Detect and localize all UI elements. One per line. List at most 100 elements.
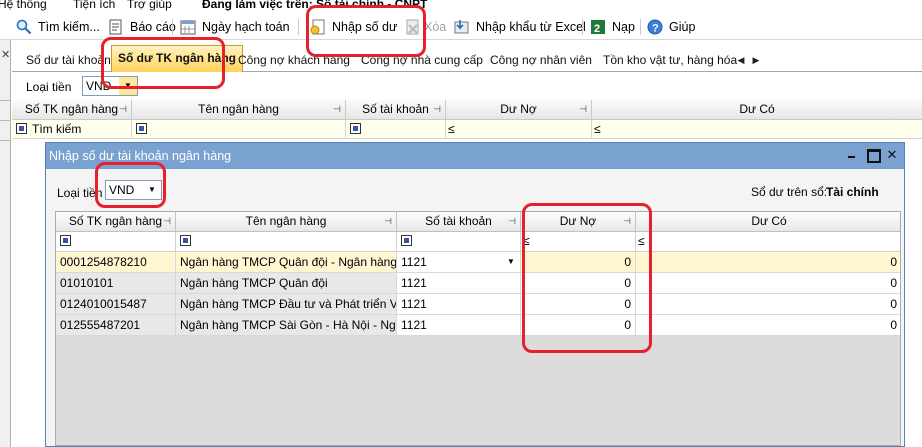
- posting-date-button[interactable]: Ngày hạch toán: [180, 17, 290, 37]
- cell-debit[interactable]: 0: [521, 252, 636, 273]
- search-button[interactable]: Tìm kiếm...: [16, 17, 100, 37]
- column-header-account-no[interactable]: Số TK ngân hàng ⊣: [12, 100, 132, 120]
- tab-bank-balance[interactable]: Số dư TK ngân hàng: [111, 45, 244, 72]
- column-header-bank-name[interactable]: Tên ngân hàng ⊣: [132, 100, 346, 120]
- column-header-bank-name[interactable]: Tên ngân hàng ⊣: [176, 212, 397, 232]
- cell-bank-name[interactable]: Ngân hàng TMCP Đầu tư và Phát triển Việ: [176, 294, 397, 315]
- cell-bank-name[interactable]: Ngân hàng TMCP Sài Gòn - Hà Nội - Ngâ: [176, 315, 397, 336]
- cell-debit[interactable]: 0: [521, 294, 636, 315]
- dialog-currency-select[interactable]: VND ▼: [105, 180, 162, 200]
- chevron-down-icon[interactable]: ▼: [143, 181, 161, 199]
- import-excel-button[interactable]: Nhập khẩu từ Excel: [454, 17, 586, 37]
- tab-account-balance[interactable]: Số dư tài khoản: [20, 51, 117, 72]
- left-panel-strip: ✕: [0, 40, 11, 447]
- tab-employee-debt[interactable]: Công nợ nhân viên: [484, 51, 598, 72]
- pin-icon[interactable]: ⊣: [508, 212, 516, 231]
- column-header-gl-account[interactable]: Số tài khoản ⊣: [346, 100, 446, 120]
- filter-cell[interactable]: [56, 232, 176, 252]
- filter-cell[interactable]: Tìm kiếm: [12, 120, 132, 139]
- cell-gl-account[interactable]: 1121: [397, 273, 521, 294]
- column-header-debit[interactable]: Dư Nợ ⊣: [521, 212, 636, 232]
- dialog-grid: Số TK ngân hàng ⊣ Tên ngân hàng ⊣ Số tài k…: [55, 211, 901, 446]
- filter-cell[interactable]: [132, 120, 346, 139]
- excel-icon: 2: [590, 19, 606, 35]
- help-button[interactable]: ? Giúp: [647, 17, 695, 37]
- pin-icon[interactable]: ⊣: [333, 100, 341, 119]
- menu-he-thong[interactable]: Hệ thống: [0, 0, 47, 10]
- cell-account-no[interactable]: 0124010015487: [56, 294, 176, 315]
- currency-row: Loại tiền VND ▼: [12, 72, 922, 100]
- cell-credit[interactable]: 0: [636, 252, 900, 273]
- filter-cell[interactable]: [176, 232, 397, 252]
- column-header-account-no[interactable]: Số TK ngân hàng ⊣: [56, 212, 176, 232]
- column-header-gl-account[interactable]: Số tài khoản ⊣: [397, 212, 521, 232]
- chevron-down-icon[interactable]: ▼: [119, 77, 137, 95]
- filter-icon[interactable]: [401, 235, 412, 246]
- toolbar-separator: [172, 19, 173, 35]
- filter-cell[interactable]: [397, 232, 521, 252]
- cell-debit[interactable]: 0: [521, 273, 636, 294]
- cell-account-no[interactable]: 012555487201: [56, 315, 176, 336]
- tab-supplier-debt[interactable]: Công nợ nhà cung cấp: [355, 51, 489, 72]
- cell-gl-account[interactable]: 1121 ▼: [397, 252, 521, 273]
- cell-gl-account[interactable]: 1121: [397, 294, 521, 315]
- filter-icon[interactable]: [136, 123, 147, 134]
- enter-bank-balance-dialog: Nhập số dư tài khoản ngân hàng ✕ Loại ti…: [45, 142, 905, 447]
- report-icon: [108, 19, 124, 35]
- filter-cell[interactable]: ≤: [636, 232, 900, 252]
- tab-inventory[interactable]: Tồn kho vật tư, hàng hóa: [597, 51, 743, 72]
- pin-icon[interactable]: ⊣: [623, 212, 631, 231]
- close-icon[interactable]: ✕: [1, 48, 10, 61]
- cell-debit[interactable]: 0: [521, 315, 636, 336]
- filter-icon[interactable]: [16, 123, 27, 134]
- menu-tien-ich[interactable]: Tiện ích: [73, 0, 115, 10]
- cell-account-no[interactable]: 0001254878210: [56, 252, 176, 273]
- calendar-icon: [180, 19, 196, 35]
- enter-balance-button[interactable]: Nhập số dư: [310, 17, 397, 37]
- column-header-credit[interactable]: Dư Có: [592, 100, 922, 120]
- pin-icon[interactable]: ⊣: [384, 212, 392, 231]
- filter-icon[interactable]: [60, 235, 71, 246]
- cell-credit[interactable]: 0: [636, 294, 900, 315]
- filter-cell[interactable]: ≤: [592, 120, 922, 139]
- pin-icon[interactable]: ⊣: [163, 212, 171, 231]
- toolbar-separator: [582, 19, 583, 35]
- minimize-icon[interactable]: [844, 147, 860, 163]
- filter-cell[interactable]: ≤: [446, 120, 592, 139]
- new-document-icon: [310, 19, 326, 35]
- tab-customer-debt[interactable]: Công nợ khách hàng: [232, 51, 356, 72]
- column-header-debit[interactable]: Dư Nợ ⊣: [446, 100, 592, 120]
- tab-scroll-left-icon[interactable]: ◀: [734, 53, 748, 67]
- currency-select[interactable]: VND ▼: [82, 76, 138, 96]
- load-button[interactable]: 2 Nạp: [590, 17, 635, 37]
- filter-icon[interactable]: [350, 123, 361, 134]
- chevron-down-icon[interactable]: ▼: [504, 255, 518, 269]
- cell-bank-name[interactable]: Ngân hàng TMCP Quân đội: [176, 273, 397, 294]
- close-icon[interactable]: ✕: [884, 147, 900, 163]
- divider: [0, 120, 11, 121]
- pin-icon[interactable]: ⊣: [119, 100, 127, 119]
- report-button[interactable]: Báo cáo: [108, 17, 176, 37]
- pin-icon[interactable]: ⊣: [579, 100, 587, 119]
- tab-scroll-right-icon[interactable]: ▶: [749, 53, 763, 67]
- pin-icon[interactable]: ⊣: [433, 100, 441, 119]
- filter-cell[interactable]: ≤: [521, 232, 636, 252]
- divider: [0, 100, 11, 101]
- search-icon: [16, 19, 32, 35]
- cell-gl-account[interactable]: 1121: [397, 315, 521, 336]
- dialog-title-bar[interactable]: Nhập số dư tài khoản ngân hàng ✕: [46, 143, 904, 169]
- cell-bank-name[interactable]: Ngân hàng TMCP Quân đội - Ngân hàng: [176, 252, 397, 273]
- filter-icon[interactable]: [180, 235, 191, 246]
- book-value: Tài chính: [826, 185, 879, 199]
- delete-button[interactable]: Xóa: [405, 17, 446, 37]
- cell-credit[interactable]: 0: [636, 315, 900, 336]
- filter-cell[interactable]: [346, 120, 446, 139]
- tab-bar: Số dư tài khoản Số dư TK ngân hàng Công …: [12, 40, 922, 72]
- dialog-body: Loại tiền VND ▼ Sổ dư trên sổ: Tài chính…: [46, 169, 904, 446]
- maximize-icon[interactable]: [864, 147, 881, 163]
- menu-bar: Hệ thống Tiện ích Trợ giúp Đang làm việc…: [0, 0, 922, 13]
- cell-account-no[interactable]: 01010101: [56, 273, 176, 294]
- menu-tro-giup[interactable]: Trợ giúp: [127, 0, 172, 10]
- column-header-credit[interactable]: Dư Có: [636, 212, 900, 232]
- cell-credit[interactable]: 0: [636, 273, 900, 294]
